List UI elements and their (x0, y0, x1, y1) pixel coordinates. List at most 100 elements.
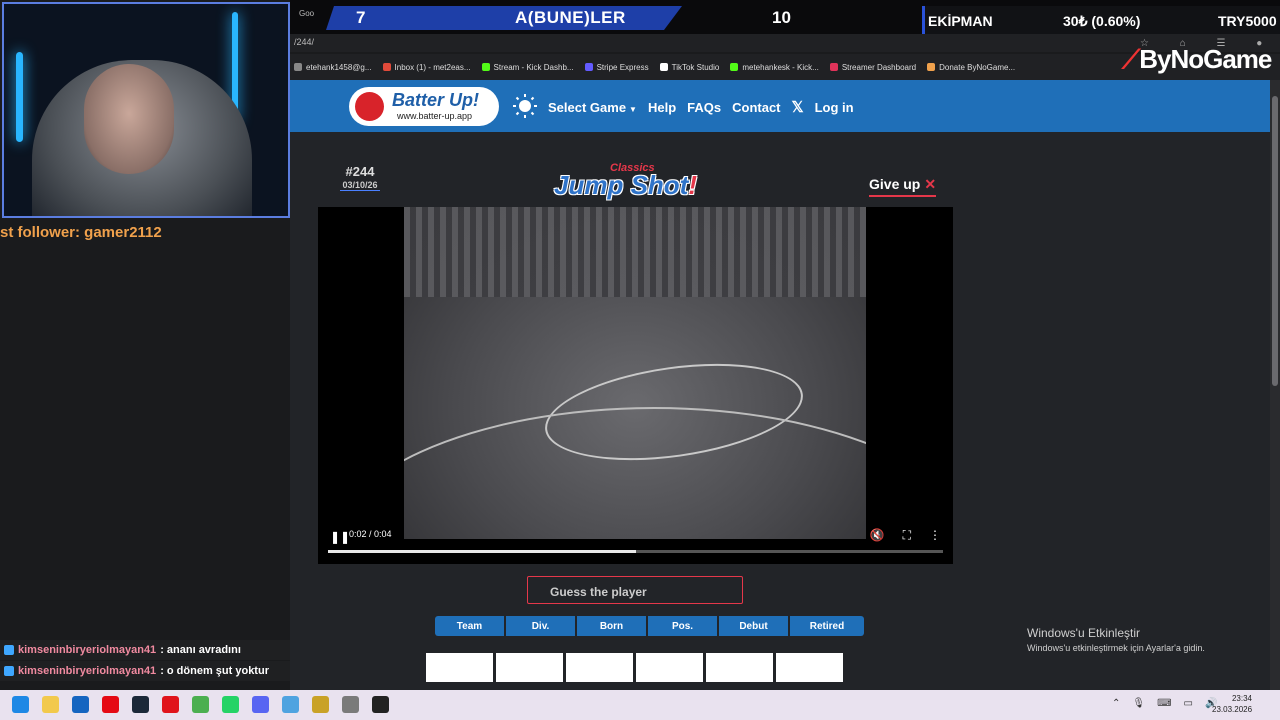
chrome-icon[interactable] (192, 696, 209, 713)
stream-screen: Goo 7 A(BUNE)LER 10 EKİPMAN 30₺ (0.60%) … (0, 0, 1280, 720)
chat-text: : o dönem şut yoktur (160, 665, 269, 677)
game-number: #244 (345, 164, 375, 179)
settings-icon[interactable] (342, 696, 359, 713)
taskbar-clock[interactable]: 23:34 23.03.2026 (1212, 693, 1252, 715)
bookmark-label: Inbox (1) - met2eas... (394, 62, 471, 72)
ekipman-label: EKİPMAN (928, 13, 993, 29)
webcam-overlay (2, 2, 290, 218)
address-url[interactable]: /244/ (294, 37, 314, 47)
windows-start-icon[interactable] (12, 696, 29, 713)
record-app-icon[interactable] (372, 696, 389, 713)
store-icon[interactable] (72, 696, 89, 713)
page-scrollbar[interactable] (1270, 80, 1280, 690)
bookmark-label: metehankesk - Kick... (742, 62, 819, 72)
nav-faqs[interactable]: FAQs (687, 100, 721, 115)
browser-tab-label[interactable]: Goo (299, 9, 314, 18)
sun-icon[interactable] (512, 93, 538, 119)
keyboard-icon[interactable]: ⌨ (1157, 698, 1171, 709)
microphone-icon[interactable]: 🎙 (1132, 698, 1145, 709)
netflix-icon[interactable] (102, 696, 119, 713)
give-up-button[interactable]: Give up ✕ (869, 176, 937, 197)
system-tray: ⌃ 🎙 ⌨ ▭ 🔊 (1112, 698, 1217, 709)
ekipman-value: 30₺ (0.60%) (1063, 13, 1141, 29)
bookmark-label: etehank1458@g... (306, 62, 372, 72)
site-header: Batter Up! www.batter-up.app Select Game… (290, 80, 1270, 132)
batter-up-logo[interactable]: Batter Up! www.batter-up.app (349, 87, 499, 126)
game-date[interactable]: 03/10/26 (340, 180, 380, 191)
guess-cell (426, 653, 493, 682)
column-debut: Debut (719, 616, 788, 636)
whatsapp-icon[interactable] (222, 696, 239, 713)
opera-icon[interactable] (162, 696, 179, 713)
guess-player-input[interactable]: Guess the player (527, 576, 743, 604)
guess-cell (566, 653, 633, 682)
nav-contact[interactable]: Contact (732, 100, 780, 115)
logo-url: www.batter-up.app (397, 111, 473, 121)
bookmark-favicon-icon (584, 63, 593, 71)
scrollbar-thumb[interactable] (1272, 96, 1278, 386)
video-time: 0:02 / 0:04 (349, 529, 392, 539)
bookmark-favicon-icon (927, 63, 936, 71)
bookmark-item[interactable]: Inbox (1) - met2eas... (382, 62, 471, 72)
column-retired: Retired (790, 616, 864, 636)
video-progress-fill (328, 550, 636, 553)
bookmark-label: Streamer Dashboard (841, 62, 917, 72)
more-options-icon[interactable]: ⋮ (929, 528, 941, 543)
bookmark-label: Stripe Express (596, 62, 649, 72)
taskbar-apps (12, 696, 389, 713)
nav-select-game[interactable]: Select Game ▼ (548, 100, 637, 115)
guess-cell (706, 653, 773, 682)
network-icon[interactable]: ▭ (1184, 698, 1193, 709)
nav-login[interactable]: Log in (815, 100, 854, 115)
column-team: Team (435, 616, 504, 636)
video-crowd (404, 207, 866, 297)
bookmark-favicon-icon (829, 63, 838, 71)
guess-placeholder: Guess the player (550, 585, 647, 599)
nav-help[interactable]: Help (648, 100, 676, 115)
fullscreen-icon[interactable]: ⛶ (903, 528, 911, 543)
activation-subtitle: Windows'u etkinleştirmek için Ayarlar'a … (1027, 643, 1205, 653)
chevron-up-icon[interactable]: ⌃ (1112, 698, 1120, 709)
main-nav: Select Game ▼ Help FAQs Contact 𝕏 Log in (548, 98, 854, 116)
bookmark-item[interactable]: metehankesk - Kick... (730, 62, 819, 72)
game-title-text: Jump Shot (554, 170, 689, 200)
network-app-icon[interactable] (282, 696, 299, 713)
game-app-icon[interactable] (312, 696, 329, 713)
logo-name: Batter Up! (392, 90, 480, 110)
chevron-down-icon: ▼ (629, 104, 637, 114)
bookmark-item[interactable]: etehank1458@g... (294, 63, 372, 72)
column-div: Div. (506, 616, 575, 636)
activation-title: Windows'u Etkinleştir (1027, 626, 1140, 640)
chat-text: : ananı avradını (160, 644, 241, 656)
x-social-icon[interactable]: 𝕏 (792, 98, 804, 116)
bookmark-item[interactable]: Streamer Dashboard (829, 62, 917, 72)
windows-taskbar: ⌃ 🎙 ⌨ ▭ 🔊 (0, 690, 1280, 720)
bookmark-favicon-icon (382, 63, 391, 71)
bookmark-label: Donate ByNoGame... (939, 62, 1016, 72)
bookmark-item[interactable]: Stream - Kick Dashb... (481, 63, 574, 72)
score-right: 10 (772, 8, 791, 27)
bookmark-favicon-icon (659, 63, 668, 71)
streamer-face (84, 64, 174, 174)
discord-icon[interactable] (252, 696, 269, 713)
neon-light (16, 52, 23, 142)
close-icon: ✕ (924, 176, 937, 192)
pause-icon[interactable]: ❚❚ (330, 530, 350, 544)
batter-up-page: Batter Up! www.batter-up.app Select Game… (290, 80, 1270, 690)
bookmark-item[interactable]: TikTok Studio (659, 63, 719, 72)
nav-select-game-label: Select Game (548, 99, 627, 115)
bookmark-item[interactable]: Donate ByNoGame... (927, 63, 1015, 72)
guess-cell (776, 653, 843, 682)
attribute-headers: Team Div. Born Pos. Debut Retired (435, 616, 864, 636)
steam-icon[interactable] (132, 696, 149, 713)
video-player[interactable]: ❚❚ 0:02 / 0:04 🔇 ⛶ ⋮ (318, 207, 953, 564)
bookmark-item[interactable]: Stripe Express (584, 62, 649, 72)
column-pos: Pos. (648, 616, 717, 636)
guess-cell (496, 653, 563, 682)
guess-row (426, 653, 843, 682)
video-progress-bar[interactable] (328, 550, 943, 553)
latest-follower: st follower: gamer2112 (0, 224, 162, 241)
mute-icon[interactable]: 🔇 (870, 528, 885, 543)
video-controls: ❚❚ 0:02 / 0:04 🔇 ⛶ ⋮ (328, 525, 943, 555)
file-explorer-icon[interactable] (42, 696, 59, 713)
